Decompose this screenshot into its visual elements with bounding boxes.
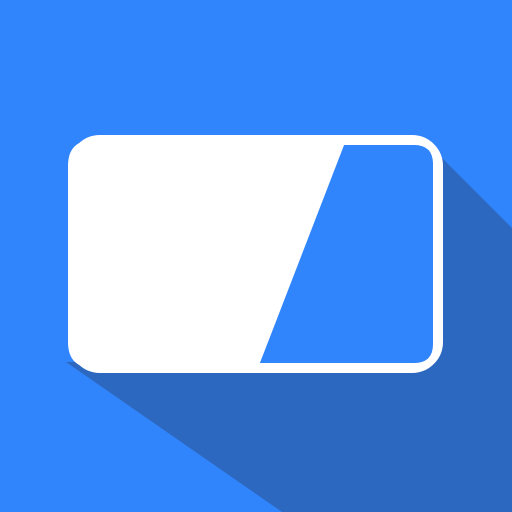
battery-card-icon xyxy=(0,0,512,512)
app-icon xyxy=(0,0,512,512)
